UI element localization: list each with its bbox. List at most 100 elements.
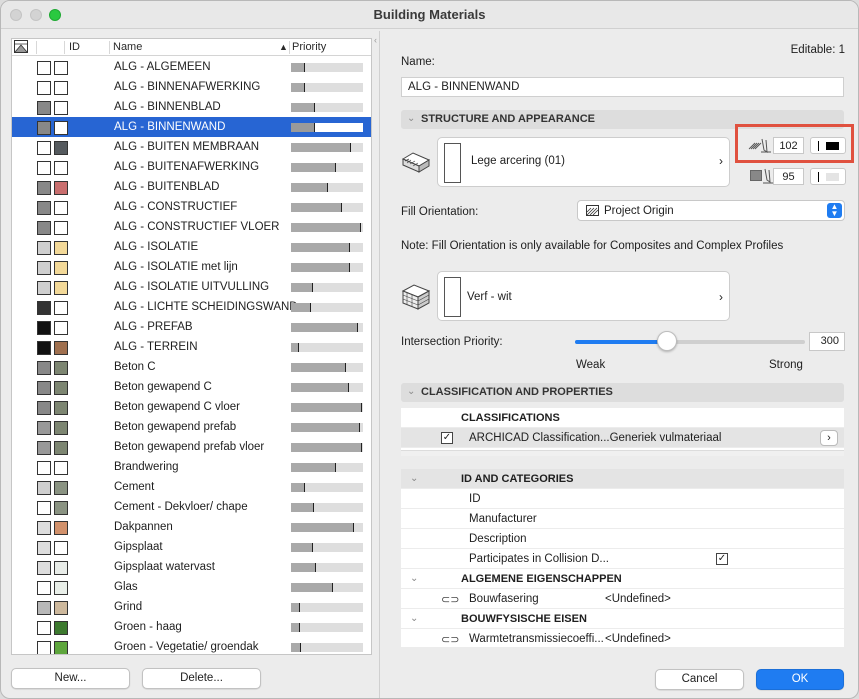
priority-bar — [291, 643, 363, 652]
section-collapse-icon[interactable]: ⌄ — [407, 386, 415, 397]
ok-button[interactable]: OK — [756, 669, 844, 690]
priority-bar — [291, 483, 363, 492]
classifications-header: CLASSIFICATIONS — [401, 408, 844, 428]
material-row[interactable]: ALG - CONSTRUCTIEF — [12, 197, 371, 217]
physical-requirements-header[interactable]: ⌄ BOUWFYSISCHE EISEN — [401, 609, 844, 629]
material-row[interactable]: ALG - PREFAB — [12, 317, 371, 337]
material-row[interactable]: Beton gewapend prefab — [12, 417, 371, 437]
general-properties-header[interactable]: ⌄ ALGEMENE EIGENSCHAPPEN — [401, 569, 844, 589]
material-row[interactable]: Cement - Dekvloer/ chape — [12, 497, 371, 517]
surface-swatch — [54, 521, 68, 535]
material-row[interactable]: ALG - BUITEN MEMBRAAN — [12, 137, 371, 157]
column-header-priority[interactable]: Priority — [292, 41, 326, 53]
background-pen-field[interactable]: 95 — [773, 168, 804, 185]
priority-fill — [291, 603, 300, 612]
material-row[interactable]: ALG - BUITENAFWERKING — [12, 157, 371, 177]
group-collapse-icon[interactable]: ⌄ — [410, 473, 418, 484]
manufacturer-property-label: Manufacturer — [469, 513, 537, 525]
material-row[interactable]: Groen - Vegetatie/ groendak — [12, 637, 371, 654]
material-row[interactable]: ALG - ISOLATIE — [12, 237, 371, 257]
material-name: Brandwering — [114, 461, 179, 473]
delete-button[interactable]: Delete... — [142, 668, 261, 689]
property-row-description[interactable]: Description — [401, 529, 844, 549]
material-row[interactable]: Glas — [12, 577, 371, 597]
priority-fill — [291, 643, 301, 652]
id-categories-title: ID AND CATEGORIES — [461, 473, 574, 485]
property-row-manufacturer[interactable]: Manufacturer — [401, 509, 844, 529]
property-row-bouwfasering[interactable]: ⊂⊃ Bouwfasering <Undefined> — [401, 589, 844, 609]
link-icon: ⊂⊃ — [441, 594, 460, 606]
classification-checkbox[interactable]: ✓ — [441, 432, 453, 444]
new-button[interactable]: New... — [11, 668, 130, 689]
fill-pen-icon — [748, 137, 772, 156]
column-header-id[interactable]: ID — [69, 41, 80, 53]
classification-section-title: CLASSIFICATION AND PROPERTIES — [421, 386, 613, 398]
group-collapse-icon[interactable]: ⌄ — [410, 573, 418, 584]
material-row[interactable]: Beton gewapend prefab vloer — [12, 437, 371, 457]
property-row-id[interactable]: ID — [401, 489, 844, 509]
bouwfasering-value: <Undefined> — [605, 593, 671, 605]
material-row[interactable]: ALG - BINNENAFWERKING — [12, 77, 371, 97]
material-row[interactable]: Gipsplaat — [12, 537, 371, 557]
pane-splitter[interactable]: ‹ — [374, 31, 385, 698]
property-row-warmte[interactable]: ⊂⊃ Warmtetransmissiecoeffi... <Undefined… — [401, 629, 844, 649]
material-row[interactable]: Dakpannen — [12, 517, 371, 537]
property-row-collision[interactable]: Participates in Collision D... ✓ — [401, 549, 844, 569]
surface-swatch — [54, 221, 68, 235]
material-row[interactable]: ALG - BINNENBLAD — [12, 97, 371, 117]
slider-knob[interactable] — [657, 331, 677, 351]
material-row[interactable]: Grind — [12, 597, 371, 617]
building-materials-window: Building Materials ID Name ▲ Priority AL… — [0, 0, 859, 699]
cut-fill-pen-field[interactable]: 102 — [773, 137, 804, 154]
section-collapse-icon[interactable]: ⌄ — [407, 113, 415, 124]
cut-fill-swatch — [37, 101, 51, 115]
classification-section-header[interactable]: ⌄ CLASSIFICATION AND PROPERTIES — [401, 383, 844, 402]
name-field[interactable]: ALG - BINNENWAND — [401, 77, 844, 97]
collapse-chevron-icon[interactable]: ‹ — [374, 35, 377, 45]
classification-row[interactable]: ✓ ARCHICAD Classification...Generiek vul… — [401, 428, 844, 448]
priority-fill — [291, 343, 299, 352]
material-row[interactable]: Beton gewapend C vloer — [12, 397, 371, 417]
material-row[interactable]: ALG - ISOLATIE met lijn — [12, 257, 371, 277]
cut-fill-picker[interactable]: Lege arcering (01) › — [437, 137, 730, 187]
collision-checkbox[interactable]: ✓ — [716, 553, 728, 565]
material-row[interactable]: Gipsplaat watervast — [12, 557, 371, 577]
sort-ascending-icon[interactable]: ▲ — [279, 42, 288, 52]
surface-swatch — [54, 301, 68, 315]
priority-bar — [291, 543, 363, 552]
material-row[interactable]: Groen - haag — [12, 617, 371, 637]
collision-property-label: Participates in Collision D... — [469, 553, 609, 565]
priority-fill — [291, 423, 360, 432]
material-row[interactable]: ALG - ISOLATIE UITVULLING — [12, 277, 371, 297]
intersection-priority-slider[interactable] — [575, 331, 805, 353]
material-row[interactable]: ALG - BINNENWAND — [12, 117, 371, 137]
background-pen-color-picker[interactable] — [810, 168, 846, 185]
surface-swatch — [54, 401, 68, 415]
list-settings-icon[interactable] — [14, 40, 28, 56]
priority-bar — [291, 243, 363, 252]
cut-fill-swatch — [37, 421, 51, 435]
material-row[interactable]: ALG - CONSTRUCTIEF VLOER — [12, 217, 371, 237]
priority-fill — [291, 543, 313, 552]
material-row[interactable]: ALG - TERREIN — [12, 337, 371, 357]
material-name: ALG - ALGEMEEN — [114, 61, 211, 73]
intersection-priority-field[interactable]: 300 — [809, 332, 845, 351]
materials-list[interactable]: ID Name ▲ Priority ALG - ALGEMEEN ALG - B… — [11, 38, 372, 655]
material-row[interactable]: Beton gewapend C — [12, 377, 371, 397]
material-row[interactable]: Beton C — [12, 357, 371, 377]
column-header-name[interactable]: Name — [113, 41, 142, 53]
material-row[interactable]: ALG - ALGEMEEN — [12, 57, 371, 77]
fill-orientation-select[interactable]: Project Origin ▲ ▼ — [577, 200, 845, 221]
priority-bar — [291, 383, 363, 392]
cut-fill-pen-color-picker[interactable] — [810, 137, 846, 154]
material-row[interactable]: ALG - BUITENBLAD — [12, 177, 371, 197]
id-categories-header[interactable]: ⌄ ID AND CATEGORIES — [401, 469, 844, 489]
material-row[interactable]: ALG - LICHTE SCHEIDINGSWAND — [12, 297, 371, 317]
splitter-handle[interactable] — [401, 450, 844, 456]
classification-detail-button[interactable]: › — [820, 430, 838, 446]
material-row[interactable]: Cement — [12, 477, 371, 497]
cancel-button[interactable]: Cancel — [655, 669, 744, 690]
group-collapse-icon[interactable]: ⌄ — [410, 613, 418, 624]
surface-picker[interactable]: Verf - wit › — [437, 271, 730, 321]
material-row[interactable]: Brandwering — [12, 457, 371, 477]
